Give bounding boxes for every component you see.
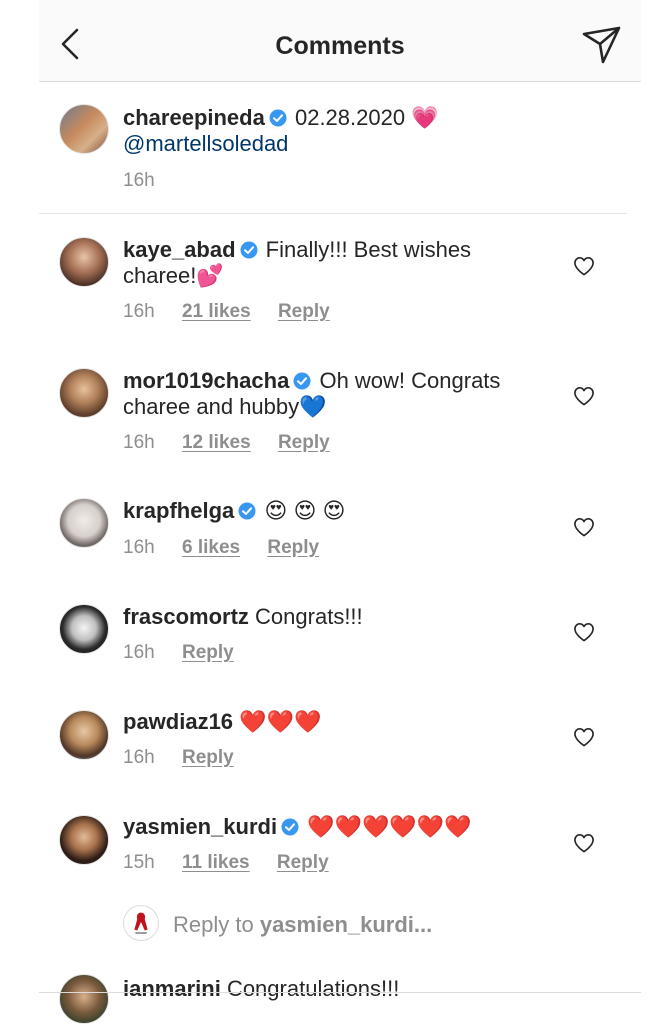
comment-avatar-pawdiaz16[interactable] [59, 710, 109, 760]
reply-button[interactable]: Reply [182, 747, 234, 769]
reply-composer[interactable]: Reply to yasmien_kurdi... [123, 905, 623, 945]
comment-line: mor1019chacha Oh wow! Congrats [123, 368, 500, 394]
verified-badge-icon [238, 502, 256, 520]
comment-username[interactable]: yasmien_kurdi [123, 814, 277, 839]
comment-username[interactable]: pawdiaz16 [123, 709, 233, 734]
comment-meta: 16h Reply [123, 642, 234, 664]
comment-text-line2: charee and hubby💙 [123, 394, 327, 419]
header-bar: Comments [39, 0, 641, 82]
comment-meta: 16h 12 likes Reply [123, 432, 330, 454]
comment-time: 16h [123, 747, 155, 768]
comment-line: ianmarini Congratulations!!! [123, 976, 399, 1002]
reply-button[interactable]: Reply [278, 432, 330, 454]
reply-button[interactable]: Reply [267, 537, 319, 559]
heart-icon[interactable] [573, 517, 595, 537]
comment-line: yasmien_kurdi ❤️❤️❤️❤️❤️❤️ [123, 814, 472, 840]
caption-avatar[interactable] [59, 104, 109, 154]
heart-icon[interactable] [573, 833, 595, 853]
divider [39, 213, 627, 214]
likes-link[interactable]: 11 likes [182, 852, 250, 874]
send-direct-icon[interactable] [581, 24, 623, 66]
comment-line: kaye_abad Finally!!! Best wishes [123, 237, 471, 263]
own-avatar [123, 905, 159, 941]
comment-avatar-krapfhelga[interactable] [59, 498, 109, 548]
comment-line: krapfhelga 😍 😍 😍 [123, 498, 345, 524]
comment-time: 16h [123, 301, 155, 322]
likes-link[interactable]: 21 likes [182, 301, 251, 323]
reply-prefix: Reply to [173, 912, 260, 937]
reply-button[interactable]: Reply [182, 642, 234, 664]
reply-to-placeholder[interactable]: Reply to yasmien_kurdi... [173, 912, 432, 938]
comment-meta: 15h 11 likes Reply [123, 852, 329, 874]
comment-text: ❤️❤️❤️❤️❤️❤️ [307, 814, 472, 839]
comment-avatar-kaye-abad[interactable] [59, 237, 109, 287]
heart-icon[interactable] [573, 256, 595, 276]
caption-line: chareepineda 02.28.2020 💗 [123, 105, 439, 131]
heart-icon[interactable] [573, 727, 595, 747]
comment-text: Oh wow! Congrats [319, 368, 501, 393]
verified-badge-icon [240, 241, 258, 259]
comment-time: 15h [123, 852, 155, 873]
reply-target: yasmien_kurdi... [259, 912, 433, 937]
heart-icon[interactable] [573, 386, 595, 406]
comment-avatar-mor1019chacha[interactable] [59, 368, 109, 418]
caption-time: 16h [123, 170, 155, 191]
comment-username[interactable]: mor1019chacha [123, 368, 289, 393]
comment-username[interactable]: kaye_abad [123, 237, 236, 262]
comment-time: 16h [123, 537, 155, 558]
comment-avatar-yasmien-kurdi[interactable] [59, 815, 109, 865]
verified-badge-icon [281, 818, 299, 836]
comment-meta: 16h 6 likes Reply [123, 537, 319, 559]
heart-icon[interactable] [573, 622, 595, 642]
page-title: Comments [275, 32, 405, 60]
comment-time: 16h [123, 432, 155, 453]
comment-text: Congratulations!!! [226, 976, 400, 1001]
comment-avatar-frascomortz[interactable] [59, 604, 109, 654]
bottom-divider [39, 992, 641, 993]
reply-button[interactable]: Reply [277, 852, 329, 874]
ribbon-logo-icon [134, 912, 148, 934]
caption-username[interactable]: chareepineda [123, 105, 265, 130]
comment-meta: 16h Reply [123, 747, 234, 769]
reply-button[interactable]: Reply [278, 301, 330, 323]
comment-text: 😍 😍 😍 [264, 498, 346, 523]
verified-badge-icon [293, 372, 311, 390]
comment-username[interactable]: krapfhelga [123, 498, 234, 523]
likes-link[interactable]: 6 likes [182, 537, 240, 559]
likes-link[interactable]: 12 likes [182, 432, 251, 454]
comment-text: Finally!!! Best wishes [265, 237, 472, 262]
comment-line: frascomortz Congrats!!! [123, 604, 363, 630]
comment-text: Congrats!!! [255, 604, 363, 629]
verified-badge-icon [269, 109, 287, 127]
caption-mention[interactable]: @martellsoledad [123, 131, 288, 157]
comment-line: pawdiaz16 ❤️❤️❤️ [123, 709, 321, 735]
caption-text: 02.28.2020 [294, 105, 406, 130]
comment-text: ❤️❤️❤️ [239, 709, 322, 734]
comment-username[interactable]: ianmarini [123, 976, 221, 1001]
comment-time: 16h [123, 642, 155, 663]
caption-emoji: 💗 [411, 105, 439, 130]
comment-avatar-ianmarini[interactable] [59, 974, 109, 1024]
comment-meta: 16h 21 likes Reply [123, 301, 330, 323]
comment-text-line2: charee!💕 [123, 263, 224, 288]
comment-username[interactable]: frascomortz [123, 604, 249, 629]
